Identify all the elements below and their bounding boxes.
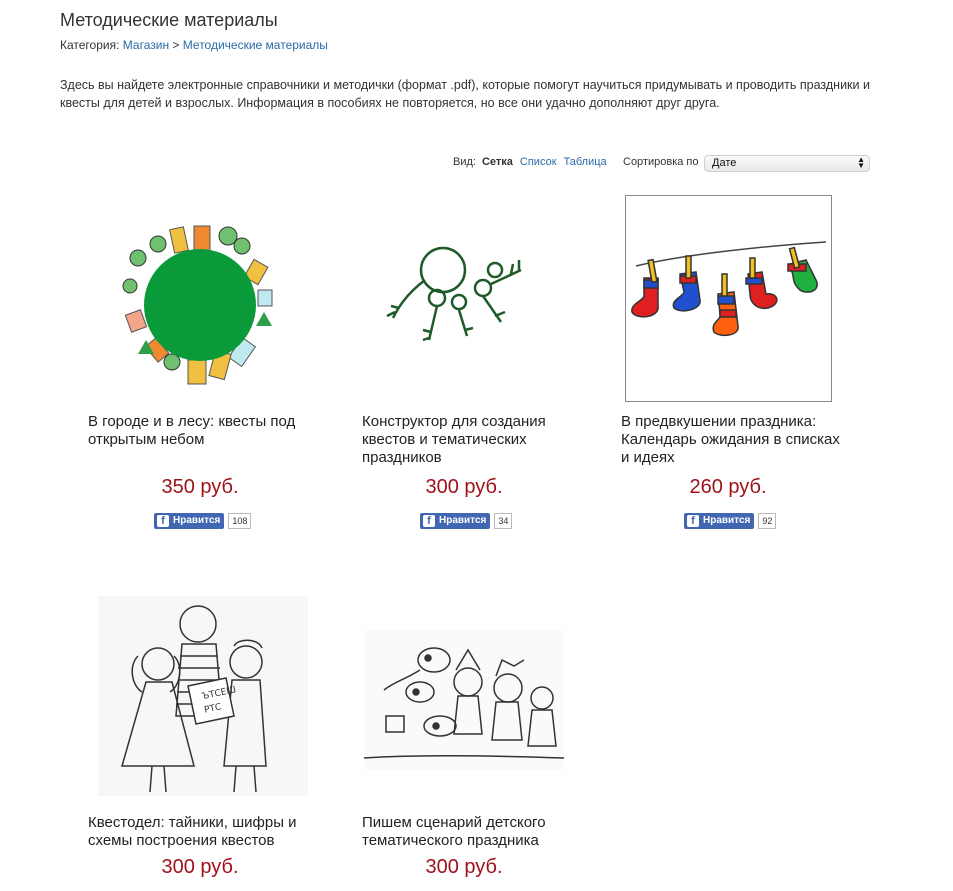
facebook-like-count-3: 92 <box>758 513 777 529</box>
keys-illustration <box>386 246 522 342</box>
breadcrumb-current-link[interactable]: Методические материалы <box>183 38 328 52</box>
facebook-like-label: Нравится <box>173 515 221 526</box>
product-image-3[interactable] <box>625 195 832 402</box>
facebook-like-button-1[interactable]: f Нравится <box>154 513 225 529</box>
view-switcher: Вид: Сетка Список Таблица <box>453 156 607 168</box>
sort-label: Сортировка по <box>623 156 699 168</box>
facebook-f-icon: f <box>157 515 169 527</box>
facebook-like-1: f Нравится 108 <box>154 513 252 529</box>
page-title: Методические материалы <box>60 10 278 30</box>
facebook-like-2: f Нравится 34 <box>420 513 513 529</box>
sort-selected-value: Дате <box>712 157 737 169</box>
party-kids-sketch-illustration <box>364 630 564 770</box>
product-image-2[interactable] <box>385 240 535 350</box>
facebook-like-label: Нравится <box>439 515 487 526</box>
product-image-5[interactable] <box>364 630 564 770</box>
select-arrows-icon: ▲ ▼ <box>857 155 865 170</box>
category-description: Здесь вы найдете электронные справочники… <box>60 78 870 110</box>
breadcrumb-prefix: Категория: <box>60 38 120 52</box>
sort-select[interactable]: Дате ▲ ▼ <box>704 155 870 172</box>
facebook-like-3: f Нравится 92 <box>684 513 777 529</box>
facebook-like-label: Нравится <box>703 515 751 526</box>
product-price-3: 260 руб. <box>689 476 767 498</box>
view-grid-current: Сетка <box>481 156 513 168</box>
facebook-f-icon: f <box>687 515 699 527</box>
product-title-4[interactable]: Квестодел: тайники, шифры и схемы постро… <box>88 814 328 850</box>
socks-garland-illustration <box>631 241 827 337</box>
breadcrumb-shop-link[interactable]: Магазин <box>123 38 169 52</box>
facebook-like-button-2[interactable]: f Нравится <box>420 513 491 529</box>
earth-city-illustration <box>122 225 273 385</box>
facebook-like-count-1: 108 <box>228 513 252 529</box>
product-price-1: 350 руб. <box>161 476 239 498</box>
product-price-4: 300 руб. <box>161 856 239 878</box>
view-label: Вид: <box>453 156 476 168</box>
product-image-4[interactable]: ЪТСЕШ РТС <box>98 596 308 796</box>
product-title-1[interactable]: В городе и в лесу: квесты под открытым н… <box>88 413 328 449</box>
product-price-5: 300 руб. <box>425 856 503 878</box>
facebook-like-count-2: 34 <box>494 513 513 529</box>
facebook-like-button-3[interactable]: f Нравится <box>684 513 755 529</box>
view-table-link[interactable]: Таблица <box>564 156 607 168</box>
facebook-f-icon: f <box>423 515 435 527</box>
product-price-2: 300 руб. <box>425 476 503 498</box>
product-title-5[interactable]: Пишем сценарий детского тематического пр… <box>362 814 582 850</box>
children-sketch-illustration: ЪТСЕШ РТС <box>98 596 308 796</box>
breadcrumb: Категория: Магазин > Методические матери… <box>60 38 328 52</box>
product-image-1[interactable] <box>120 222 280 387</box>
view-list-link[interactable]: Список <box>520 156 557 168</box>
product-title-3[interactable]: В предвкушении праздника: Календарь ожид… <box>621 413 846 467</box>
product-title-2[interactable]: Конструктор для создания квестов и темат… <box>362 413 582 467</box>
breadcrumb-separator: > <box>172 38 180 52</box>
